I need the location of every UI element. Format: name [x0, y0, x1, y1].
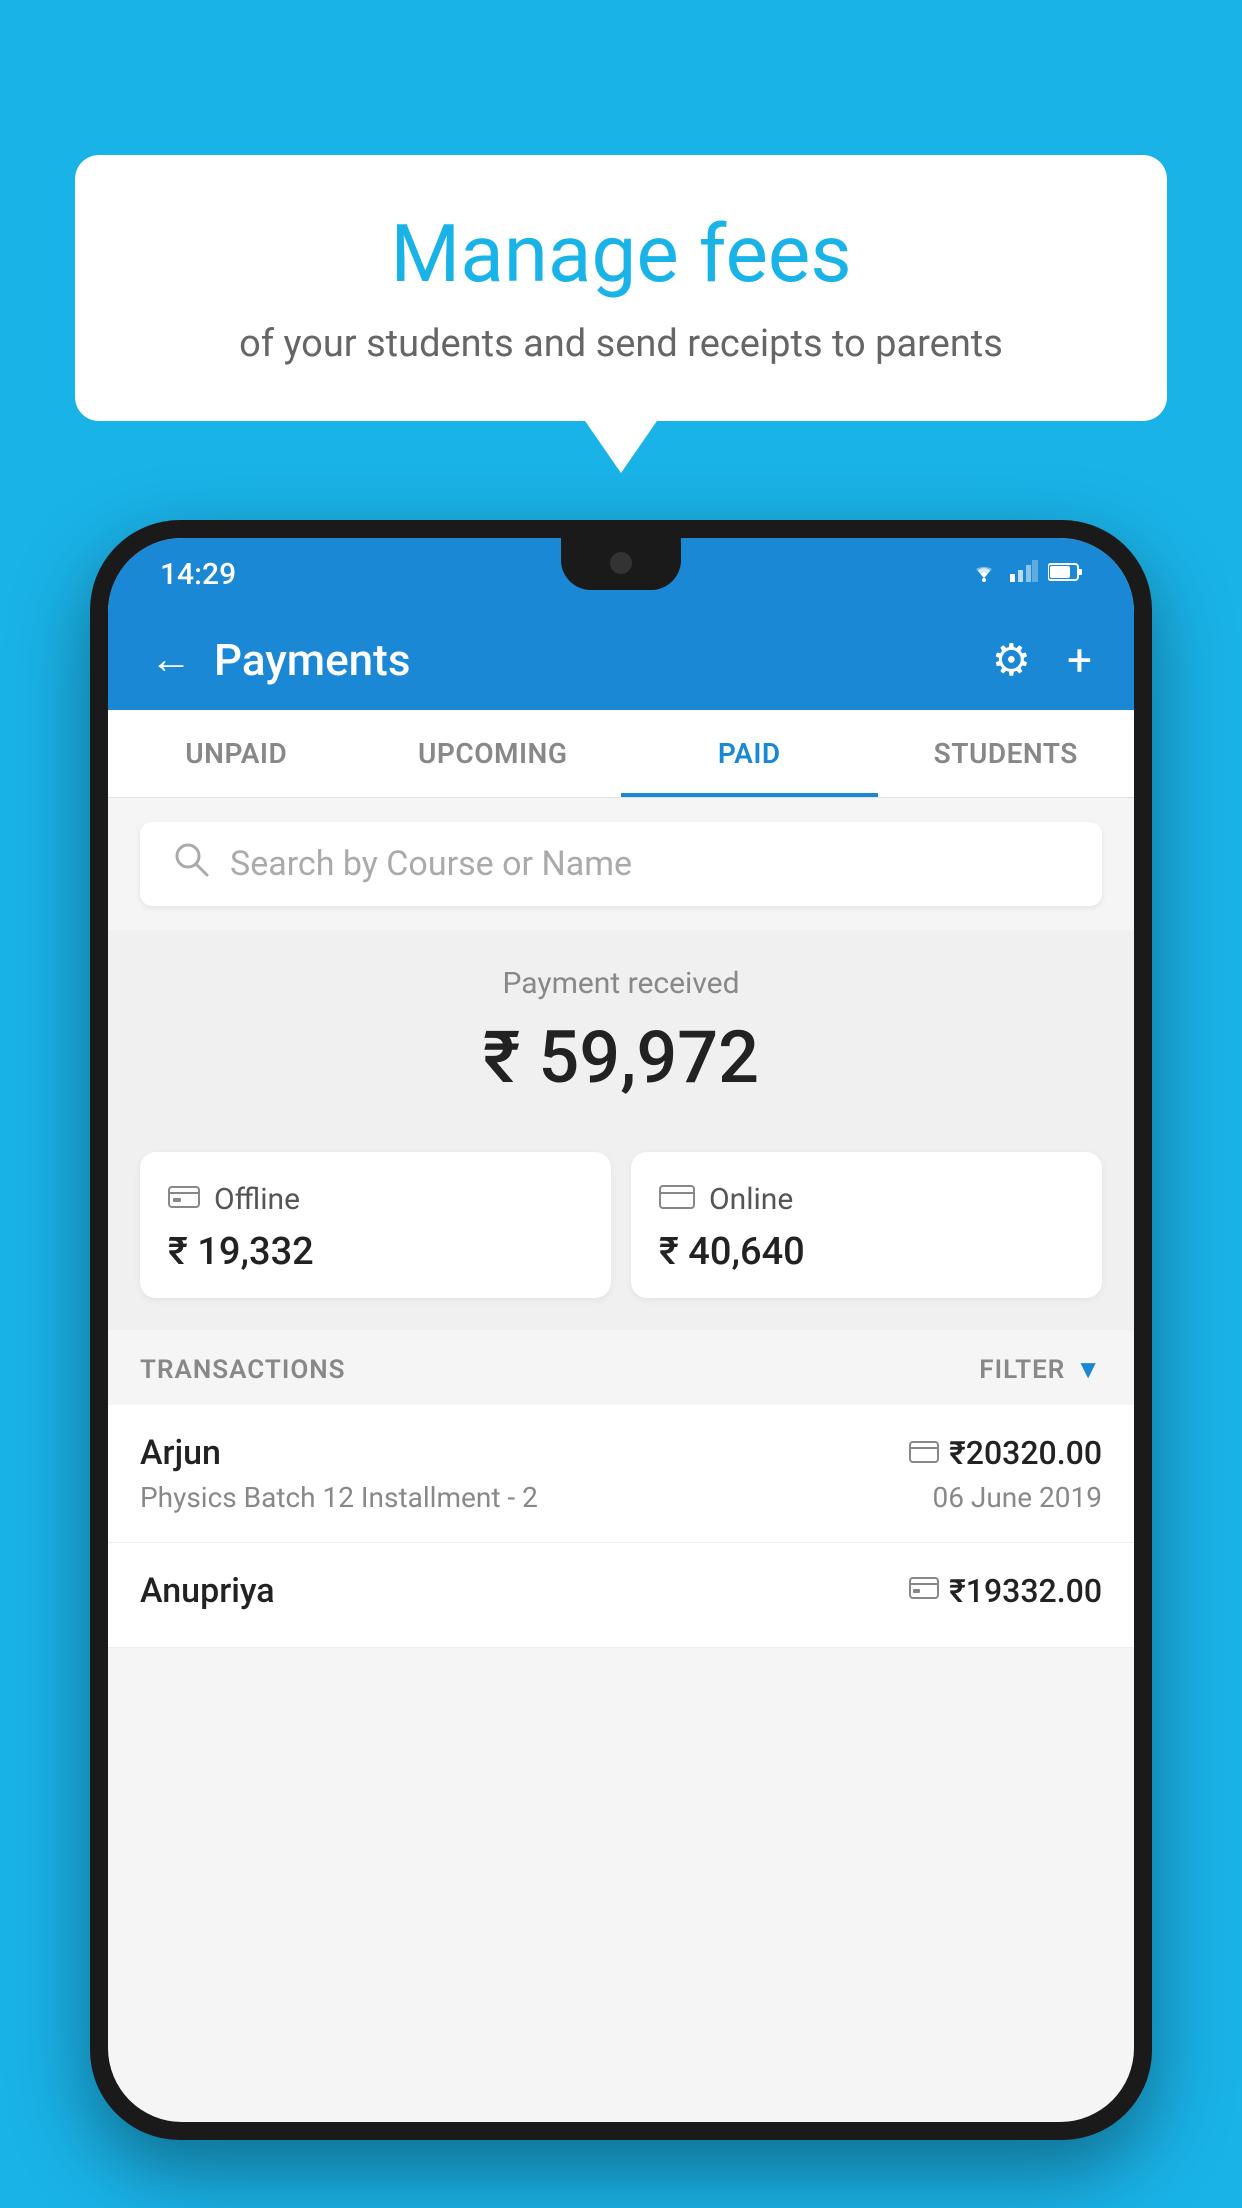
transaction-row-top: Arjun ₹20320.00 [140, 1433, 1102, 1473]
search-icon [172, 840, 210, 888]
tab-upcoming[interactable]: UPCOMING [365, 710, 622, 797]
transaction-amount: ₹20320.00 [949, 1434, 1102, 1472]
bubble-title: Manage fees [135, 210, 1107, 298]
camera-dot [610, 552, 632, 574]
online-card-header: Online [659, 1180, 1074, 1218]
signal-icon [1010, 560, 1038, 588]
online-amount: ₹ 40,640 [659, 1230, 1074, 1274]
transaction-item-anupriya[interactable]: Anupriya ₹19332.00 [108, 1543, 1134, 1648]
tabs-bar: UNPAID UPCOMING PAID STUDENTS [108, 710, 1134, 798]
header-left: ← Payments [150, 634, 410, 686]
online-payment-icon [909, 1437, 939, 1470]
search-bar[interactable]: Search by Course or Name [140, 822, 1102, 906]
header-title: Payments [214, 634, 410, 686]
offline-icon [168, 1180, 200, 1218]
wifi-icon [968, 560, 1000, 588]
online-label: Online [709, 1182, 793, 1217]
payment-summary: Payment received ₹ 59,972 [108, 930, 1134, 1128]
app-header: ← Payments ⚙ + [108, 610, 1134, 710]
online-icon [659, 1180, 695, 1218]
offline-card-header: Offline [168, 1180, 583, 1218]
search-container: Search by Course or Name [108, 798, 1134, 930]
phone-screen: 14:29 [108, 538, 1134, 2122]
back-button[interactable]: ← [150, 639, 192, 681]
transaction-amount-2: ₹19332.00 [949, 1572, 1102, 1610]
transaction-item-arjun[interactable]: Arjun ₹20320.00 Physics Batch 12 Install… [108, 1405, 1134, 1543]
notch [561, 538, 681, 590]
transaction-course: Physics Batch 12 Installment - 2 [140, 1481, 538, 1514]
payment-label: Payment received [140, 966, 1102, 1001]
transactions-header: TRANSACTIONS FILTER ▼ [108, 1330, 1134, 1405]
status-bar: 14:29 [108, 538, 1134, 610]
offline-label: Offline [214, 1182, 300, 1217]
tab-paid[interactable]: PAID [621, 710, 878, 797]
transaction-amount-wrapper: ₹20320.00 [909, 1434, 1102, 1472]
transaction-row-bottom: Physics Batch 12 Installment - 2 06 June… [140, 1481, 1102, 1514]
tab-unpaid[interactable]: UNPAID [108, 710, 365, 797]
online-card: Online ₹ 40,640 [631, 1152, 1102, 1298]
transaction-name-2: Anupriya [140, 1571, 275, 1611]
battery-icon [1048, 560, 1082, 588]
offline-card: Offline ₹ 19,332 [140, 1152, 611, 1298]
transaction-amount-wrapper-2: ₹19332.00 [909, 1572, 1102, 1610]
phone-frame: 14:29 [90, 520, 1152, 2140]
filter-button[interactable]: FILTER ▼ [979, 1354, 1102, 1385]
transaction-row-top-2: Anupriya ₹19332.00 [140, 1571, 1102, 1611]
header-right: ⚙ + [992, 634, 1092, 686]
filter-icon: ▼ [1075, 1354, 1102, 1385]
transaction-name: Arjun [140, 1433, 221, 1473]
status-time: 14:29 [160, 557, 236, 592]
payment-cards: Offline ₹ 19,332 Online ₹ 4 [108, 1128, 1134, 1330]
transaction-date: 06 June 2019 [932, 1481, 1102, 1514]
transactions-label: TRANSACTIONS [140, 1355, 346, 1385]
bubble-subtitle: of your students and send receipts to pa… [135, 318, 1107, 371]
speech-bubble: Manage fees of your students and send re… [75, 155, 1167, 421]
add-icon[interactable]: + [1067, 634, 1092, 686]
tab-students[interactable]: STUDENTS [878, 710, 1135, 797]
settings-icon[interactable]: ⚙ [992, 634, 1031, 686]
payment-amount: ₹ 59,972 [140, 1015, 1102, 1100]
search-placeholder: Search by Course or Name [230, 844, 632, 884]
offline-amount: ₹ 19,332 [168, 1230, 583, 1274]
status-icons [968, 560, 1082, 588]
phone-container: 14:29 [90, 520, 1152, 2208]
offline-payment-icon [909, 1575, 939, 1608]
